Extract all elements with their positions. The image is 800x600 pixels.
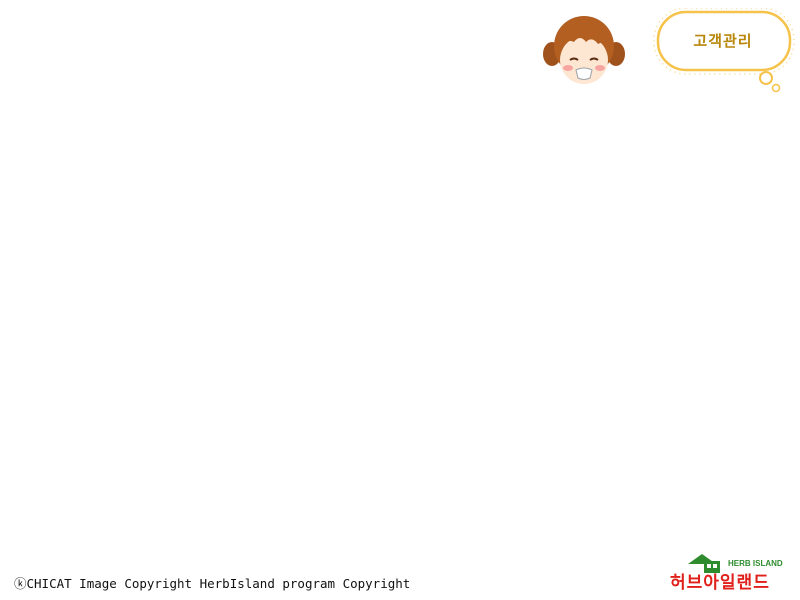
logo-korean: 허브아일랜드 (670, 573, 770, 593)
bubble-title: 고객관리 (693, 32, 753, 50)
thought-bubble (653, 8, 795, 93)
copyright-text: ⓚCHICAT Image Copyright HerbIsland progr… (14, 576, 411, 591)
slide-canvas: 고객관리 ⓚCHICAT Image Copyright HerbIsland … (0, 0, 800, 600)
girl-character-icon (543, 16, 625, 84)
logo-english: HERB ISLAND (728, 559, 783, 568)
